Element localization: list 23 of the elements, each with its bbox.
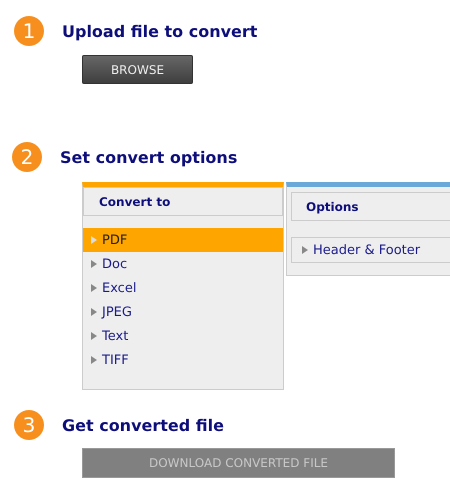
triangle-icon	[302, 246, 308, 254]
format-option[interactable]: JPEG	[83, 300, 283, 324]
format-option[interactable]: Doc	[83, 252, 283, 276]
step-title: Set convert options	[60, 148, 238, 166]
panel-heading: Convert to	[83, 187, 283, 216]
triangle-icon	[91, 332, 97, 340]
triangle-icon	[91, 308, 97, 316]
step-number-badge: 1	[14, 16, 44, 46]
format-option[interactable]: Excel	[83, 276, 283, 300]
panel-heading: Options	[291, 192, 450, 221]
format-option[interactable]: TIFF	[83, 348, 283, 372]
options-section[interactable]: Header & Footer	[291, 237, 450, 263]
triangle-icon	[91, 284, 97, 292]
format-option[interactable]: Text	[83, 324, 283, 348]
triangle-icon	[91, 236, 97, 244]
step-number-badge: 2	[12, 142, 42, 172]
format-option[interactable]: PDF	[83, 228, 283, 252]
step-title: Get converted file	[62, 416, 224, 434]
triangle-icon	[91, 356, 97, 364]
step-title: Upload file to convert	[62, 22, 258, 40]
triangle-icon	[91, 260, 97, 268]
step-number-badge: 3	[14, 410, 44, 440]
browse-button[interactable]: BROWSE	[82, 55, 193, 84]
